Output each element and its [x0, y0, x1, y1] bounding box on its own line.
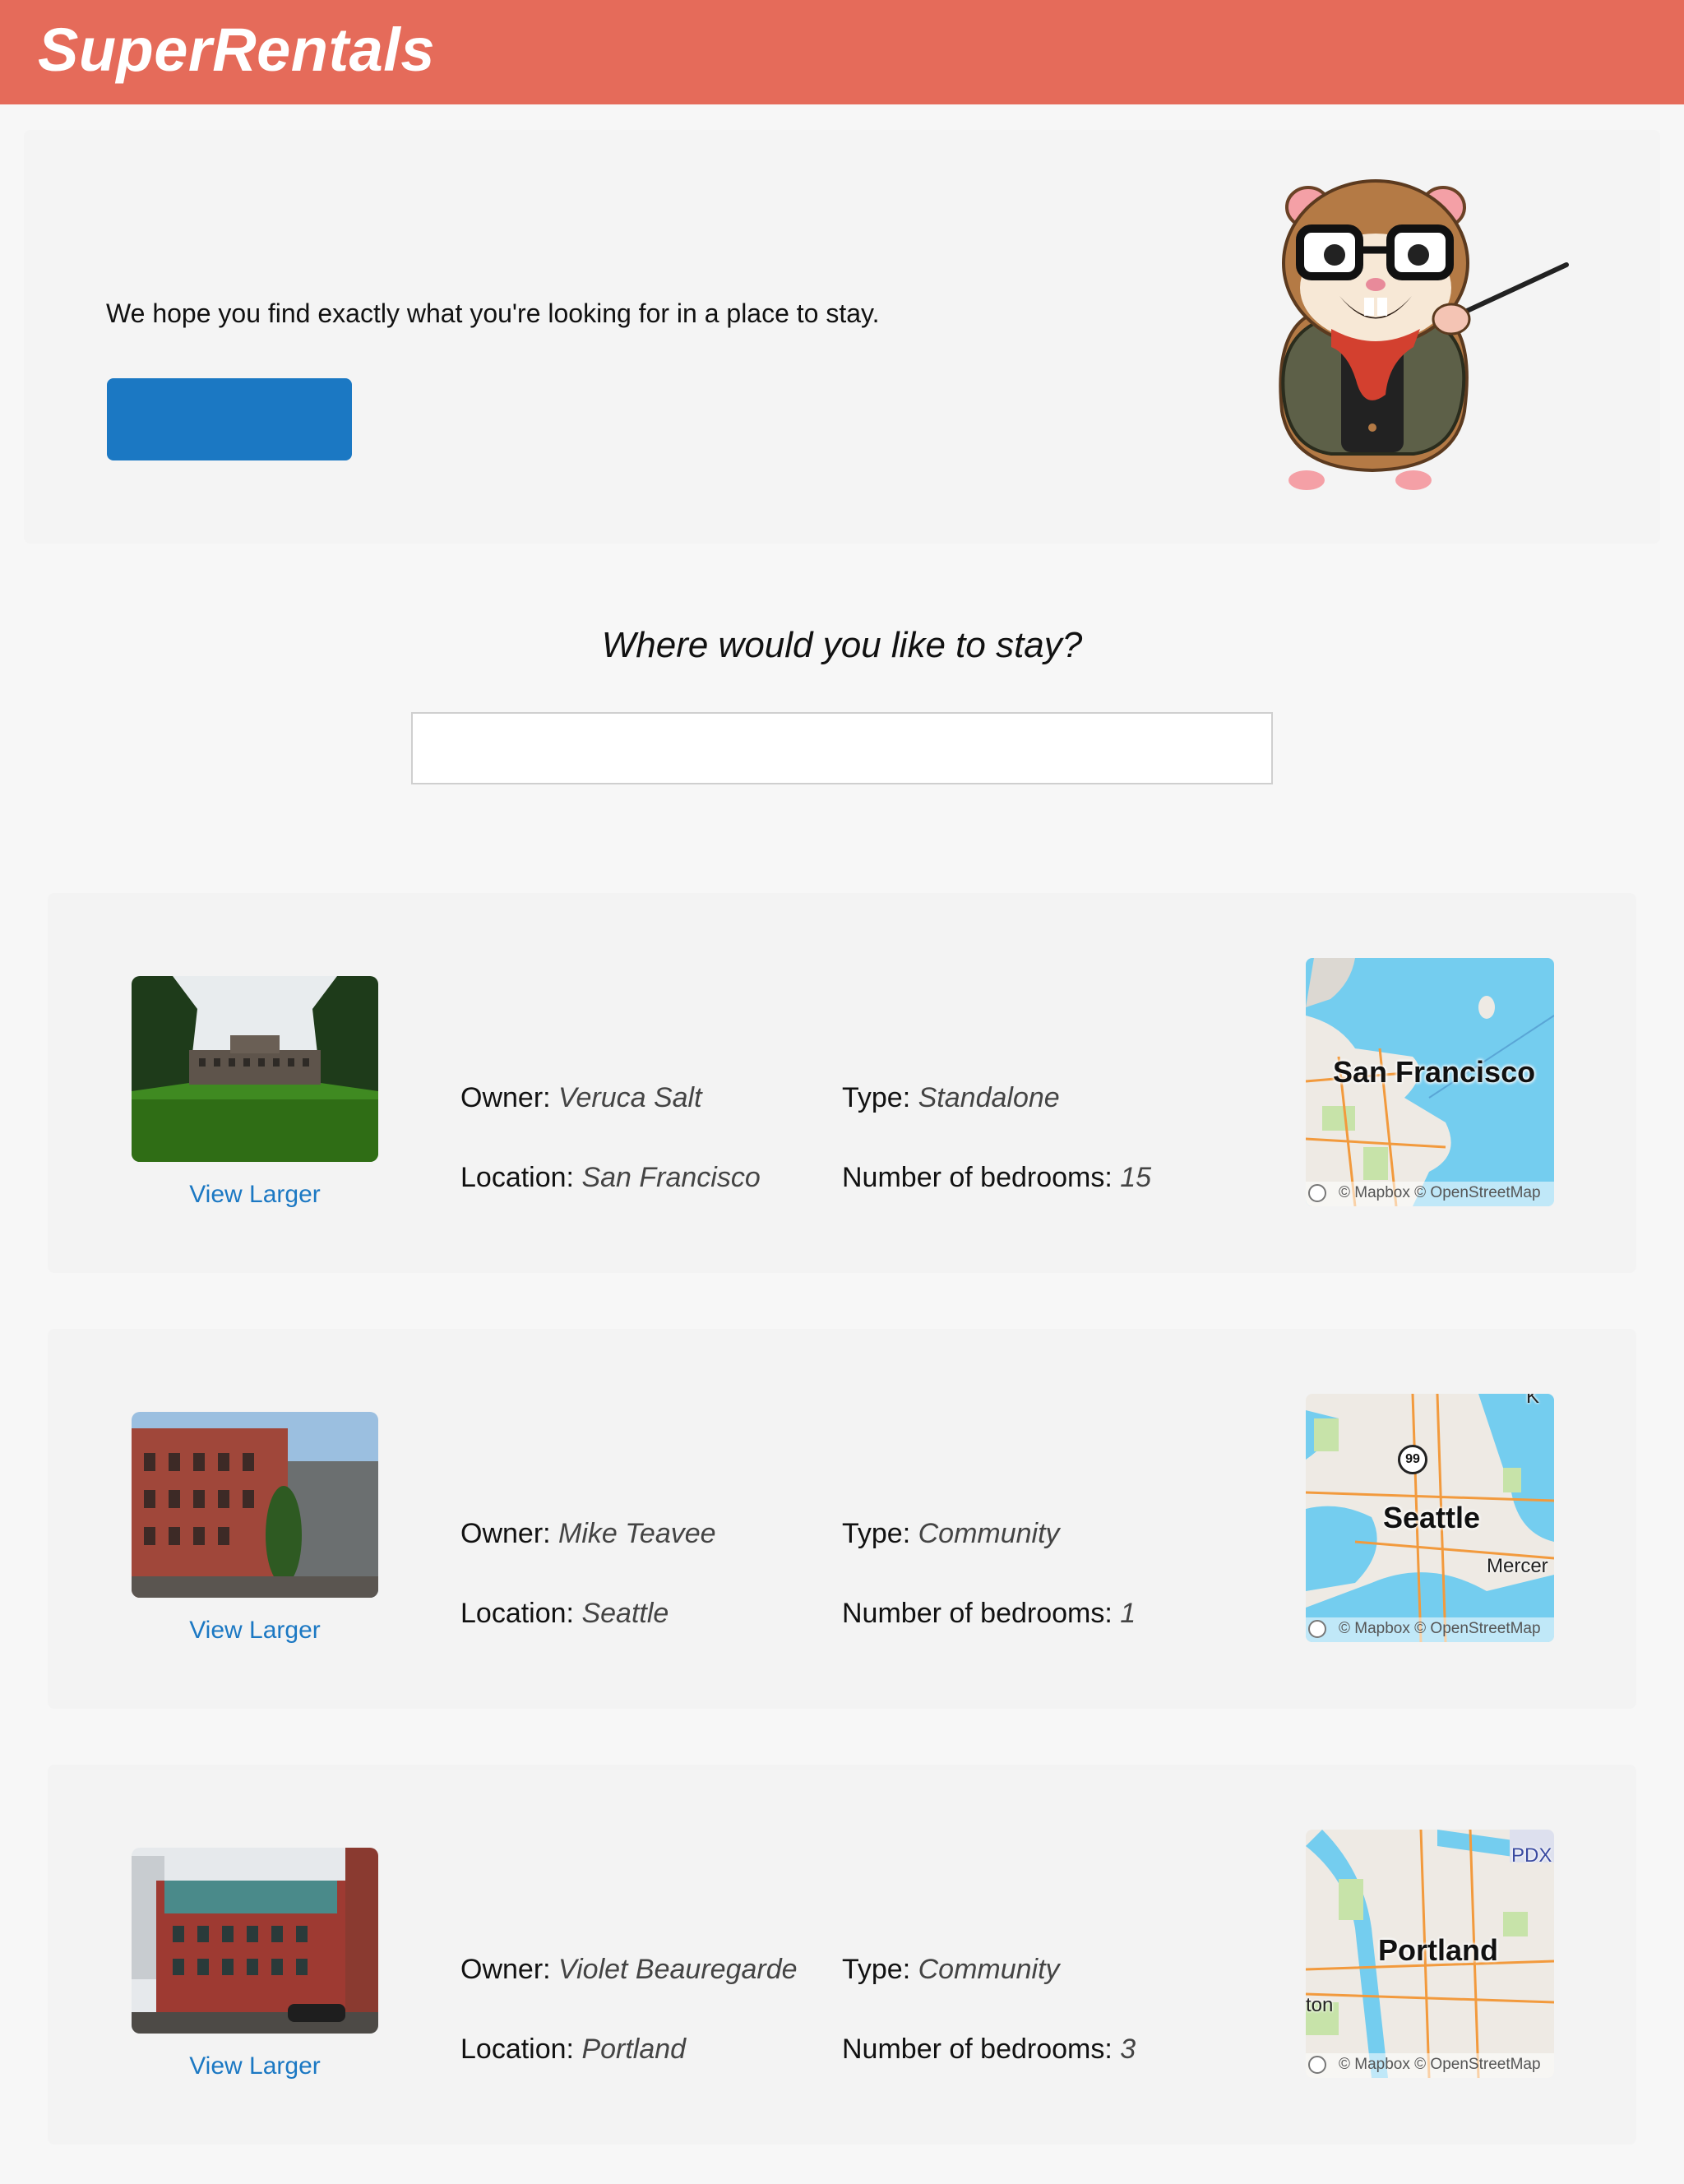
type-field: Type: Community: [842, 1954, 1060, 1986]
map-secondary-label: Mercer: [1487, 1555, 1548, 1577]
map-city-label: Seattle: [1383, 1501, 1481, 1534]
rental-photo[interactable]: [132, 1412, 378, 1598]
bedrooms-field: Number of bedrooms: 1: [842, 1598, 1136, 1630]
owner-value: Violet Beauregarde: [558, 1954, 798, 1985]
search-input[interactable]: [411, 712, 1273, 784]
map-attribution: © Mapbox © OpenStreetMap: [1306, 1617, 1554, 1642]
type-field: Type: Standalone: [842, 1082, 1060, 1114]
location-field: Location: Seattle: [460, 1598, 669, 1630]
mapbox-logo-icon: [1308, 2056, 1326, 2074]
map-edge-label: K: [1526, 1394, 1540, 1408]
bedrooms-label: Number of bedrooms:: [842, 1598, 1113, 1629]
location-label: Location:: [460, 1162, 574, 1193]
owner-field: Owner: Mike Teavee: [460, 1518, 716, 1550]
map-edge-label: ton: [1306, 1994, 1334, 2016]
bedrooms-value: 3: [1120, 2034, 1136, 2065]
mapbox-logo-icon: [1308, 1620, 1326, 1638]
map-attribution-text: © Mapbox © OpenStreetMap: [1339, 1620, 1541, 1637]
map-attribution: © Mapbox © OpenStreetMap: [1306, 2053, 1554, 2078]
bedrooms-label: Number of bedrooms:: [842, 1162, 1113, 1193]
owner-field: Owner: Veruca Salt: [460, 1082, 702, 1114]
map-image[interactable]: PDX Portland ton © Mapbox © OpenStreetMa…: [1306, 1830, 1554, 2078]
map-city-label: Portland: [1378, 1933, 1499, 1967]
view-larger-link[interactable]: View Larger: [132, 1617, 378, 1645]
hero-text: We hope you find exactly what you're loo…: [106, 298, 880, 328]
map-image[interactable]: San Francisco © Mapbox © OpenStreetMap: [1306, 958, 1554, 1206]
mapbox-logo-icon: [1308, 1184, 1326, 1202]
owner-label: Owner:: [460, 1082, 551, 1113]
bedrooms-label: Number of bedrooms:: [842, 2034, 1113, 2065]
map-image[interactable]: K 99 Seattle Mercer © Mapbox © OpenStree…: [1306, 1394, 1554, 1642]
rental-photo[interactable]: [132, 1848, 378, 2034]
view-larger-link[interactable]: View Larger: [132, 1181, 378, 1209]
rental-card: View Larger Owner: Mike Teavee Location:…: [48, 1329, 1636, 1709]
about-us-button[interactable]: [107, 378, 352, 460]
map-attribution-text: © Mapbox © OpenStreetMap: [1339, 1184, 1541, 1201]
location-value: Seattle: [581, 1598, 669, 1629]
route-99-badge: 99: [1398, 1445, 1427, 1474]
owner-value: Mike Teavee: [558, 1518, 716, 1549]
map-attribution-text: © Mapbox © OpenStreetMap: [1339, 2056, 1541, 2073]
view-larger-link[interactable]: View Larger: [132, 2052, 378, 2080]
bedrooms-field: Number of bedrooms: 15: [842, 1162, 1151, 1194]
type-label: Type:: [842, 1954, 911, 1985]
bedrooms-value: 15: [1120, 1162, 1152, 1193]
brand-logo-link[interactable]: SuperRentals: [38, 15, 435, 85]
type-value: Community: [918, 1518, 1060, 1549]
map-city-label: San Francisco: [1333, 1055, 1536, 1089]
top-bar: SuperRentals: [0, 0, 1684, 104]
bedrooms-value: 1: [1120, 1598, 1136, 1629]
location-label: Location:: [460, 2034, 574, 2065]
rental-card: View Larger Owner: Veruca Salt Location:…: [48, 893, 1636, 1273]
rental-photo[interactable]: [132, 976, 378, 1162]
type-field: Type: Community: [842, 1518, 1060, 1550]
owner-label: Owner:: [460, 1954, 551, 1985]
owner-label: Owner:: [460, 1518, 551, 1549]
location-field: Location: San Francisco: [460, 1162, 761, 1194]
location-value: Portland: [581, 2034, 687, 2065]
location-value: San Francisco: [581, 1162, 761, 1193]
tomster-hamster-teacher-icon: [1279, 179, 1569, 490]
bedrooms-field: Number of bedrooms: 3: [842, 2034, 1136, 2066]
location-label: Location:: [460, 1598, 574, 1629]
map-attribution: © Mapbox © OpenStreetMap: [1306, 1182, 1554, 1206]
type-value: Community: [918, 1954, 1060, 1985]
type-label: Type:: [842, 1082, 911, 1113]
location-field: Location: Portland: [460, 2034, 686, 2066]
type-label: Type:: [842, 1518, 911, 1549]
search-heading: Where would you like to stay?: [601, 625, 1083, 665]
type-value: Standalone: [918, 1082, 1060, 1113]
airport-label: PDX: [1511, 1844, 1552, 1867]
owner-field: Owner: Violet Beauregarde: [460, 1954, 798, 1986]
rental-card: View Larger Owner: Violet Beauregarde Lo…: [48, 1765, 1636, 2145]
hero-panel: We hope you find exactly what you're loo…: [24, 130, 1660, 544]
owner-value: Veruca Salt: [558, 1082, 702, 1113]
